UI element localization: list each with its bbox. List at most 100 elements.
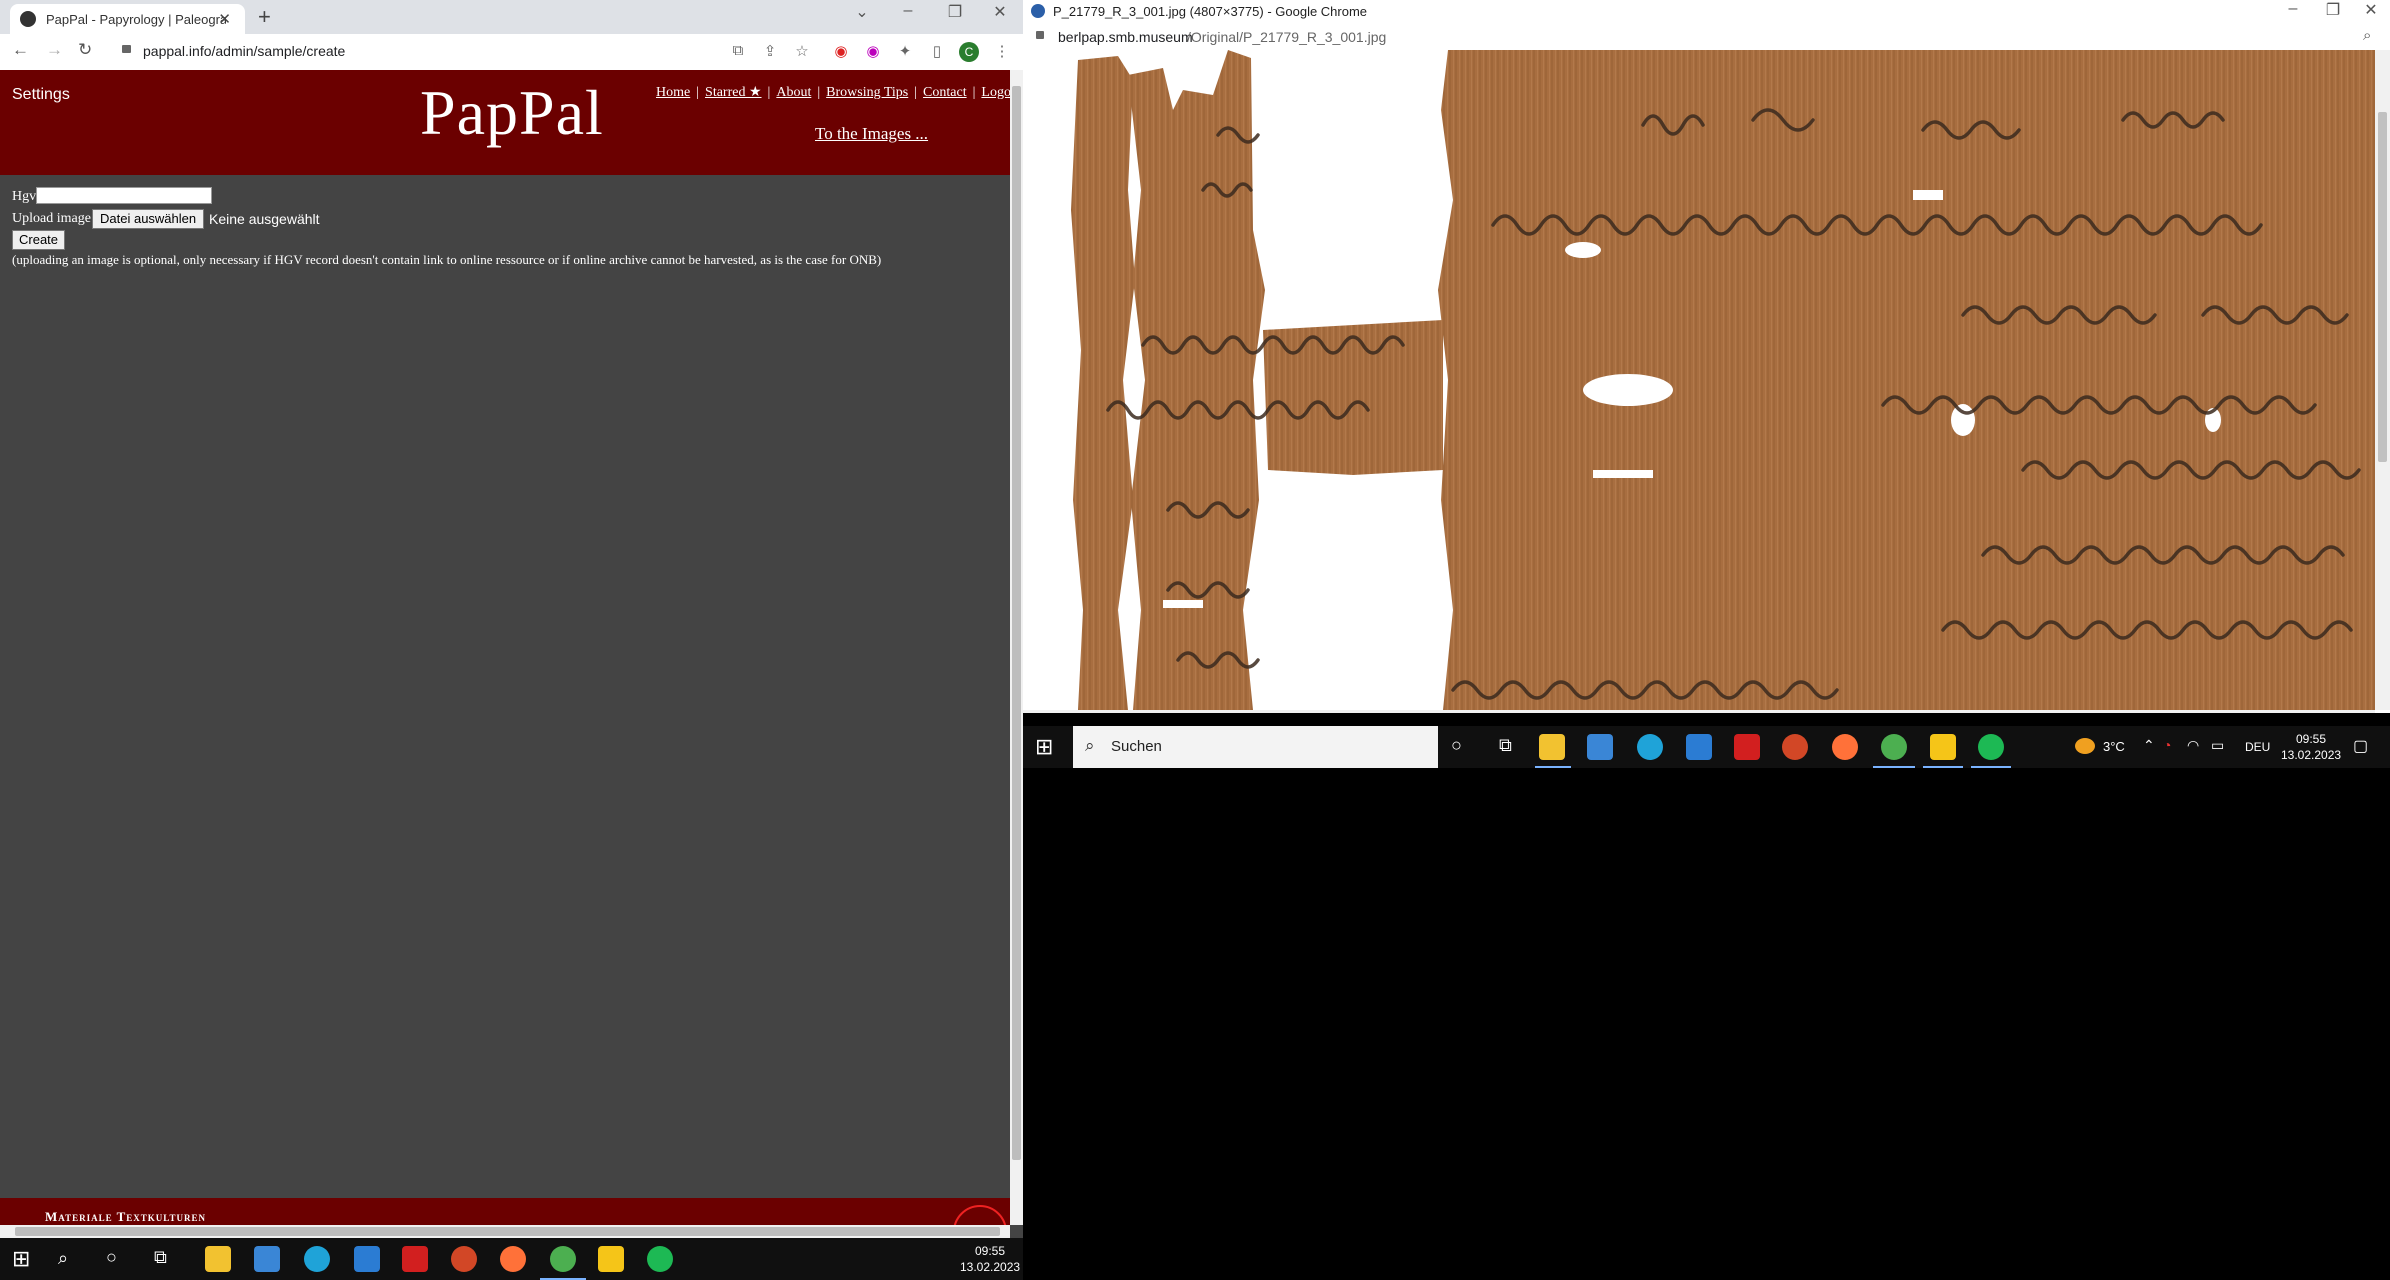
share-icon[interactable]: ⇪	[760, 42, 780, 60]
right-address-bar[interactable]: berlpap.smb.museum /Original/P_21779_R_3…	[1023, 24, 2390, 50]
network-status-icon[interactable]: ◔	[2163, 737, 2171, 753]
right-task-view-icon[interactable]: ⧉	[1499, 735, 1512, 756]
right-vertical-scroll-thumb[interactable]	[2378, 112, 2387, 462]
right-acrobat-icon[interactable]	[1734, 734, 1760, 760]
taskbar-search-text: Suchen	[1111, 738, 1162, 755]
right-url-path: /Original/P_21779_R_3_001.jpg	[1187, 29, 1387, 45]
lock-icon	[122, 45, 131, 53]
site-logo[interactable]: PapPal	[420, 76, 604, 150]
sticky-notes-icon[interactable]	[598, 1246, 624, 1272]
powerpoint-icon[interactable]	[451, 1246, 477, 1272]
firefox-icon[interactable]	[500, 1246, 526, 1272]
translate-icon[interactable]: ⧉	[728, 42, 748, 59]
wifi-icon[interactable]: ◠	[2187, 737, 2199, 754]
cortana-icon[interactable]: ○	[106, 1247, 117, 1268]
menu-kebab-icon[interactable]: ⋮	[992, 42, 1012, 60]
right-minimize-icon[interactable]: –	[2273, 0, 2313, 18]
left-browser-window: PapPal - Papyrology | Paleograph ✕ + ⌄ –…	[0, 0, 1023, 1238]
tab-search-icon[interactable]: ⌄	[842, 2, 882, 22]
back-icon[interactable]: ←	[12, 40, 29, 60]
extension-purple-icon[interactable]: ◉	[863, 42, 883, 60]
weather-icon[interactable]	[2075, 738, 2095, 754]
right-edge-icon[interactable]	[1637, 734, 1663, 760]
create-button[interactable]: Create	[12, 230, 66, 250]
choose-file-button[interactable]: Datei auswählen	[92, 209, 205, 229]
restore-icon[interactable]: ❐	[935, 2, 975, 22]
input-language[interactable]: DEU	[2245, 740, 2270, 754]
chrome-icon[interactable]	[550, 1246, 576, 1272]
address-bar-row: ← → ↻ pappal.info/admin/sample/create ⧉ …	[0, 34, 1023, 71]
right-powerpoint-icon[interactable]	[1782, 734, 1808, 760]
right-window-title: P_21779_R_3_001.jpg (4807×3775) - Google…	[1053, 4, 1368, 19]
extensions-puzzle-icon[interactable]: ✦	[895, 42, 915, 60]
papyrus-image	[1023, 50, 2375, 710]
right-taskbar-clock[interactable]: 09:55 13.02.2023	[2281, 731, 2341, 763]
extension-red-icon[interactable]: ◉	[831, 42, 851, 60]
store-icon[interactable]	[254, 1246, 280, 1272]
right-windows-start-icon[interactable]: ⊞	[1035, 734, 1053, 760]
new-tab-icon[interactable]: +	[258, 4, 271, 30]
minimize-icon[interactable]: –	[888, 2, 928, 20]
pappal-favicon-icon	[20, 11, 36, 27]
address-input[interactable]: pappal.info/admin/sample/create	[143, 43, 345, 59]
wordpress-favicon-icon	[1031, 4, 1045, 18]
bookmark-star-icon[interactable]: ☆	[792, 42, 812, 60]
tab-pappal[interactable]: PapPal - Papyrology | Paleograph ✕	[10, 4, 245, 34]
right-chrome-icon[interactable]	[1881, 734, 1907, 760]
right-clock-date: 13.02.2023	[2281, 748, 2342, 762]
taskbar-search-icon: ⌕	[1085, 736, 1095, 755]
mail-icon[interactable]	[354, 1246, 380, 1272]
task-view-icon[interactable]: ⧉	[154, 1247, 167, 1268]
file-explorer-icon[interactable]	[205, 1246, 231, 1272]
nav-starred[interactable]: Starred ★	[705, 85, 761, 100]
forward-icon[interactable]: →	[46, 40, 63, 60]
right-chrome-active-indicator	[1873, 766, 1915, 768]
search-icon[interactable]: ⌕	[58, 1248, 68, 1269]
page-vertical-scroll-thumb[interactable]	[1012, 86, 1021, 1160]
weather-temperature[interactable]: 3°C	[2103, 739, 2125, 754]
nav-browsing-tips[interactable]: Browsing Tips	[826, 85, 908, 100]
side-panel-icon[interactable]: ▯	[927, 42, 947, 60]
acrobat-icon[interactable]	[402, 1246, 428, 1272]
tab-title: PapPal - Papyrology | Paleograph	[46, 11, 226, 27]
hgv-input[interactable]	[36, 187, 212, 204]
settings-link[interactable]: Settings	[12, 86, 70, 104]
right-firefox-icon[interactable]	[1832, 734, 1858, 760]
taskbar-clock[interactable]: 09:55 13.02.2023	[960, 1243, 1020, 1275]
footer-title: Materiale Textkulturen	[45, 1209, 206, 1224]
nav-home[interactable]: Home	[656, 85, 690, 100]
sticky-notes-active-indicator	[1923, 766, 1963, 768]
edge-icon[interactable]	[304, 1246, 330, 1272]
to-images-link[interactable]: To the Images ...	[815, 124, 928, 144]
right-file-explorer-icon[interactable]	[1539, 734, 1565, 760]
zoom-icon[interactable]: ⌕	[2363, 27, 2371, 44]
close-window-icon[interactable]: ✕	[980, 2, 1020, 22]
right-mail-icon[interactable]	[1686, 734, 1712, 760]
right-title-bar: P_21779_R_3_001.jpg (4807×3775) - Google…	[1023, 0, 2390, 24]
volume-icon[interactable]: ▭	[2211, 737, 2224, 754]
taskbar-search-box[interactable]: ⌕ Suchen	[1073, 726, 1438, 768]
windows-start-icon[interactable]: ⊞	[12, 1246, 30, 1272]
page-horizontal-scroll-thumb[interactable]	[15, 1227, 1000, 1236]
right-sticky-notes-icon[interactable]	[1930, 734, 1956, 760]
notifications-icon[interactable]: ▢	[2353, 736, 2368, 756]
right-store-icon[interactable]	[1587, 734, 1613, 760]
right-horizontal-scrollbar[interactable]	[1023, 710, 2375, 713]
upload-image-label: Upload image	[12, 211, 91, 226]
right-close-icon[interactable]: ✕	[2351, 0, 2390, 20]
nav-contact[interactable]: Contact	[923, 85, 967, 100]
right-clock-time: 09:55	[2295, 732, 2327, 746]
spotify-icon[interactable]	[647, 1246, 673, 1272]
clock-time: 09:55	[974, 1244, 1006, 1258]
right-cortana-icon[interactable]: ○	[1451, 735, 1462, 756]
right-vertical-scrollbar[interactable]	[2375, 50, 2390, 710]
nav-about[interactable]: About	[776, 85, 811, 100]
right-restore-icon[interactable]: ❐	[2313, 0, 2353, 20]
reload-icon[interactable]: ↻	[78, 40, 92, 60]
close-tab-icon[interactable]: ✕	[218, 10, 231, 28]
tray-chevron-icon[interactable]: ⌃	[2143, 737, 2155, 754]
clock-date: 13.02.2023	[960, 1260, 1021, 1274]
profile-avatar[interactable]: C	[959, 42, 979, 62]
right-browser-window: P_21779_R_3_001.jpg (4807×3775) - Google…	[1023, 0, 2390, 713]
right-spotify-icon[interactable]	[1978, 734, 2004, 760]
